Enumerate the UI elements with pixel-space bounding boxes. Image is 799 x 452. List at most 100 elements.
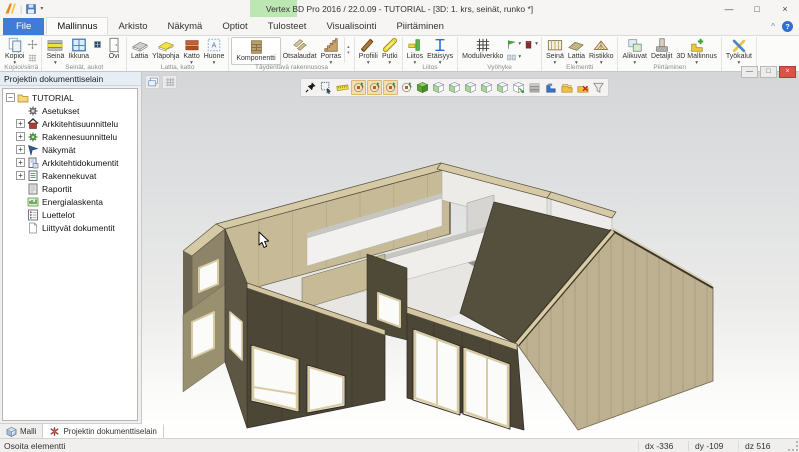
- tab-arkisto[interactable]: Arkisto: [108, 17, 157, 35]
- ribbon-button-lattia[interactable]: Lattia▾: [566, 37, 587, 65]
- ribbon-button-3d-mallinnus[interactable]: 3D Mallinnus▾: [674, 37, 718, 65]
- qat-dropdown-icon[interactable]: ▾: [40, 5, 43, 12]
- ribbon-button-sein[interactable]: Seinä▾: [44, 37, 66, 65]
- tree-expander-icon[interactable]: +: [16, 145, 25, 154]
- tree-item-arkkitehtidokumentit[interactable]: +Arkkitehtidokumentit: [3, 156, 137, 169]
- ribbon-button-kopioi[interactable]: Kopioi▾: [3, 37, 26, 65]
- titlebar-highlight: [250, 0, 297, 17]
- ribbon-button-et-isyys[interactable]: Etäisyys▾: [425, 37, 455, 65]
- ribbon-button-yl-pohja[interactable]: Yläpohja: [150, 37, 181, 61]
- ribbon-button-ristikko[interactable]: Ristikko▾: [587, 37, 616, 65]
- tutorial-icon: [17, 92, 29, 104]
- tab-tulosteet[interactable]: Tulosteet: [258, 17, 317, 35]
- viewtool-model-block[interactable]: [543, 80, 558, 95]
- viewtool-view-left[interactable]: [463, 80, 478, 95]
- ribbon-small-windowsm[interactable]: [92, 38, 103, 50]
- gallery-scroll[interactable]: ▴▾: [344, 37, 352, 63]
- save-button[interactable]: [25, 3, 37, 15]
- viewtool-select-area[interactable]: [319, 80, 334, 95]
- tree-item-luettelot[interactable]: Luettelot: [3, 208, 137, 221]
- help-icon[interactable]: ?: [782, 21, 793, 32]
- tree-item-energialaskenta[interactable]: Energialaskenta: [3, 195, 137, 208]
- roofslab-icon: [184, 37, 200, 53]
- ribbon-button-liitos[interactable]: Liitos▾: [405, 37, 425, 65]
- tree-item-arkkitehtisuunnittelu[interactable]: +Arkkitehtisuunnittelu: [3, 117, 137, 130]
- tree-item-raportit[interactable]: Raportit: [3, 182, 137, 195]
- viewtool-view-right[interactable]: [479, 80, 494, 95]
- ribbon-button-komponentti[interactable]: Komponentti: [231, 37, 280, 65]
- tree-expander-icon[interactable]: +: [16, 171, 25, 180]
- ribbon-button-putki[interactable]: Putki▾: [380, 37, 400, 65]
- tab-file[interactable]: File: [3, 18, 44, 35]
- panel-tab-projektin-dokumenttiselain[interactable]: Projektin dokumenttiselain: [43, 424, 163, 438]
- ribbon-button-sein[interactable]: Seinä▾: [544, 37, 566, 65]
- tree-item-liittyv-t-dokumentit[interactable]: Liittyvät dokumentit: [3, 221, 137, 234]
- ribbon-button-ikkuna[interactable]: Ikkuna: [66, 37, 91, 61]
- viewtool-view-front[interactable]: [431, 80, 446, 95]
- ribbon-button-detaljit[interactable]: Detaljit: [649, 37, 674, 61]
- ribbon-small-blockred[interactable]: ▾: [523, 38, 538, 50]
- viewtool-show-layers[interactable]: [559, 80, 574, 95]
- viewtool-orbit-horizontal[interactable]: [367, 80, 382, 95]
- tree-item-rakennesuunnittelu[interactable]: +Rakennesuunnittelu: [3, 130, 137, 143]
- tab-visualisointi[interactable]: Visualisointi: [316, 17, 386, 35]
- ribbon-button-huone[interactable]: AHuone▾: [202, 37, 227, 65]
- ribbon-button-porras[interactable]: Porras▾: [319, 37, 344, 65]
- viewtool-measure[interactable]: [335, 80, 350, 95]
- viewtool-view-isometric[interactable]: [511, 80, 526, 95]
- maximize-window-button[interactable]: □: [743, 0, 771, 17]
- tree-item-n-kym-t[interactable]: +Näkymät: [3, 143, 137, 156]
- tree-item-rakennekuvat[interactable]: +Rakennekuvat: [3, 169, 137, 182]
- panel-tab-malli[interactable]: Malli: [0, 424, 43, 438]
- dropdown-caret-icon: ▾: [518, 41, 521, 47]
- viewtool-layer-stack[interactable]: [527, 80, 542, 95]
- tab-piirt-minen[interactable]: Piirtäminen: [386, 17, 454, 35]
- viewtool-shaded-view[interactable]: [415, 80, 430, 95]
- viewtool-pin[interactable]: [303, 80, 318, 95]
- viewport-new-view-window[interactable]: [145, 75, 160, 89]
- viewtool-hide-layers[interactable]: [575, 80, 590, 95]
- ribbon-small-move[interactable]: [27, 38, 38, 50]
- projektin-dokumenttiselain-icon: [49, 426, 60, 437]
- ribbon-small-zonesm[interactable]: ▾: [506, 51, 521, 63]
- ribbon-button-katto[interactable]: Katto▾: [181, 37, 201, 65]
- viewtool-view-top[interactable]: [495, 80, 510, 95]
- viewtool-view-back[interactable]: [447, 80, 462, 95]
- tab-optiot[interactable]: Optiot: [212, 17, 257, 35]
- tree-expander-icon[interactable]: +: [16, 158, 25, 167]
- ribbon-button-lattia[interactable]: Lattia: [129, 37, 150, 61]
- ribbon-collapse-icon[interactable]: ^: [771, 22, 775, 31]
- house-model[interactable]: [183, 163, 713, 437]
- doc-restore-button[interactable]: □: [760, 66, 777, 78]
- project-browser-panel: Projektin dokumenttiselain −TUTORIALAset…: [0, 72, 142, 438]
- tree-expander-icon[interactable]: +: [16, 119, 25, 128]
- doc-minimize-button[interactable]: —: [741, 66, 758, 78]
- 3d-viewport[interactable]: [142, 72, 799, 438]
- viewtool-orbit-free[interactable]: [351, 80, 366, 95]
- tab-n-kym[interactable]: Näkymä: [158, 17, 213, 35]
- close-window-button[interactable]: ×: [771, 0, 799, 17]
- minimize-window-button[interactable]: —: [715, 0, 743, 17]
- viewport-view-grid[interactable]: [162, 75, 177, 89]
- viewtool-orbit-continuous[interactable]: [399, 80, 414, 95]
- doc-close-button[interactable]: ×: [779, 66, 796, 78]
- 3d-model[interactable]: [142, 72, 799, 438]
- viewport-toolbar: [300, 78, 609, 97]
- tree-item-tutorial[interactable]: −TUTORIAL: [3, 91, 137, 104]
- ribbon-button-ovi[interactable]: Ovi: [104, 37, 124, 61]
- tab-mallinnus[interactable]: Mallinnus: [46, 17, 108, 35]
- ribbon-small-gridsm[interactable]: [27, 51, 38, 63]
- ribbon-button-profiili[interactable]: Profiili▾: [357, 37, 380, 65]
- tree-item-asetukset[interactable]: Asetukset: [3, 104, 137, 117]
- tree-expander-icon[interactable]: +: [16, 132, 25, 141]
- tree-expander-icon[interactable]: −: [6, 93, 15, 102]
- ribbon-button-alikuvat[interactable]: Alikuvat▾: [620, 37, 649, 65]
- ribbon-button-moduliverkko[interactable]: Moduliverkko: [460, 37, 505, 61]
- resize-grip[interactable]: [788, 441, 798, 451]
- ribbon-button-otsalaudat[interactable]: Otsalaudat: [281, 37, 319, 61]
- viewtool-orbit-vertical[interactable]: [383, 80, 398, 95]
- ribbon-button-ty-kalut[interactable]: Työkalut▾: [724, 37, 754, 65]
- app-icon[interactable]: [4, 2, 17, 15]
- ribbon-small-flaggreen[interactable]: ▾: [506, 38, 521, 50]
- viewtool-filter[interactable]: [591, 80, 606, 95]
